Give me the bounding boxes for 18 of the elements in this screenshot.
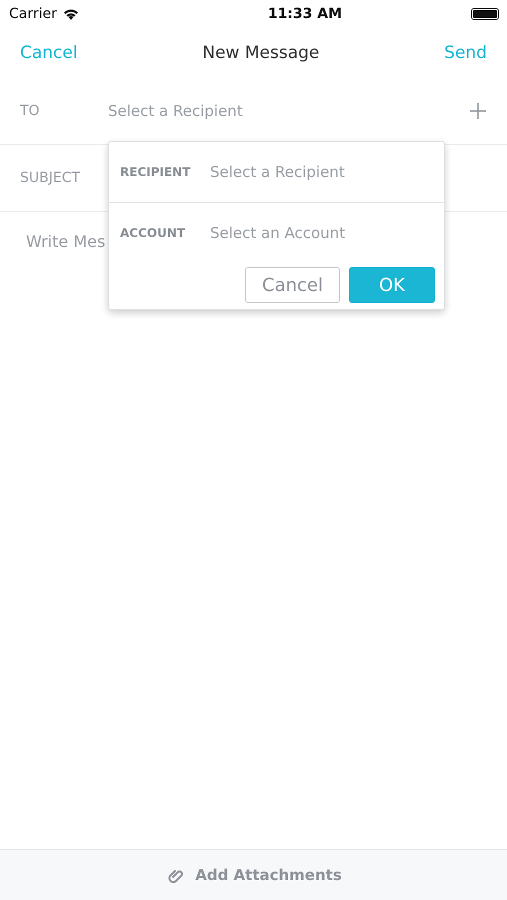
to-label: TO [20,103,41,119]
ok-button[interactable]: OK [349,267,435,303]
carrier-label: Carrier [9,6,57,22]
cancel-button[interactable]: Cancel [245,267,340,303]
clock-time: 11:33 AM [268,6,342,22]
cancel-button[interactable]: Cancel [20,43,78,63]
add-attachments-button[interactable]: Add Attachments [195,866,342,884]
field-label: ACCOUNT [120,226,186,240]
select-field[interactable]: Select a Recipient [208,162,433,182]
screen-title: New Message [202,43,320,63]
field-label: RECIPIENT [120,165,192,179]
select-field[interactable]: Select an Account [208,223,433,243]
add-icon[interactable] [469,102,487,120]
recipient-field[interactable]: Select a Recipient [106,101,469,121]
send-button[interactable]: Send [444,43,487,63]
wifi-icon [62,8,79,20]
subject-label: SUBJECT [20,170,82,186]
battery-icon [470,8,499,20]
